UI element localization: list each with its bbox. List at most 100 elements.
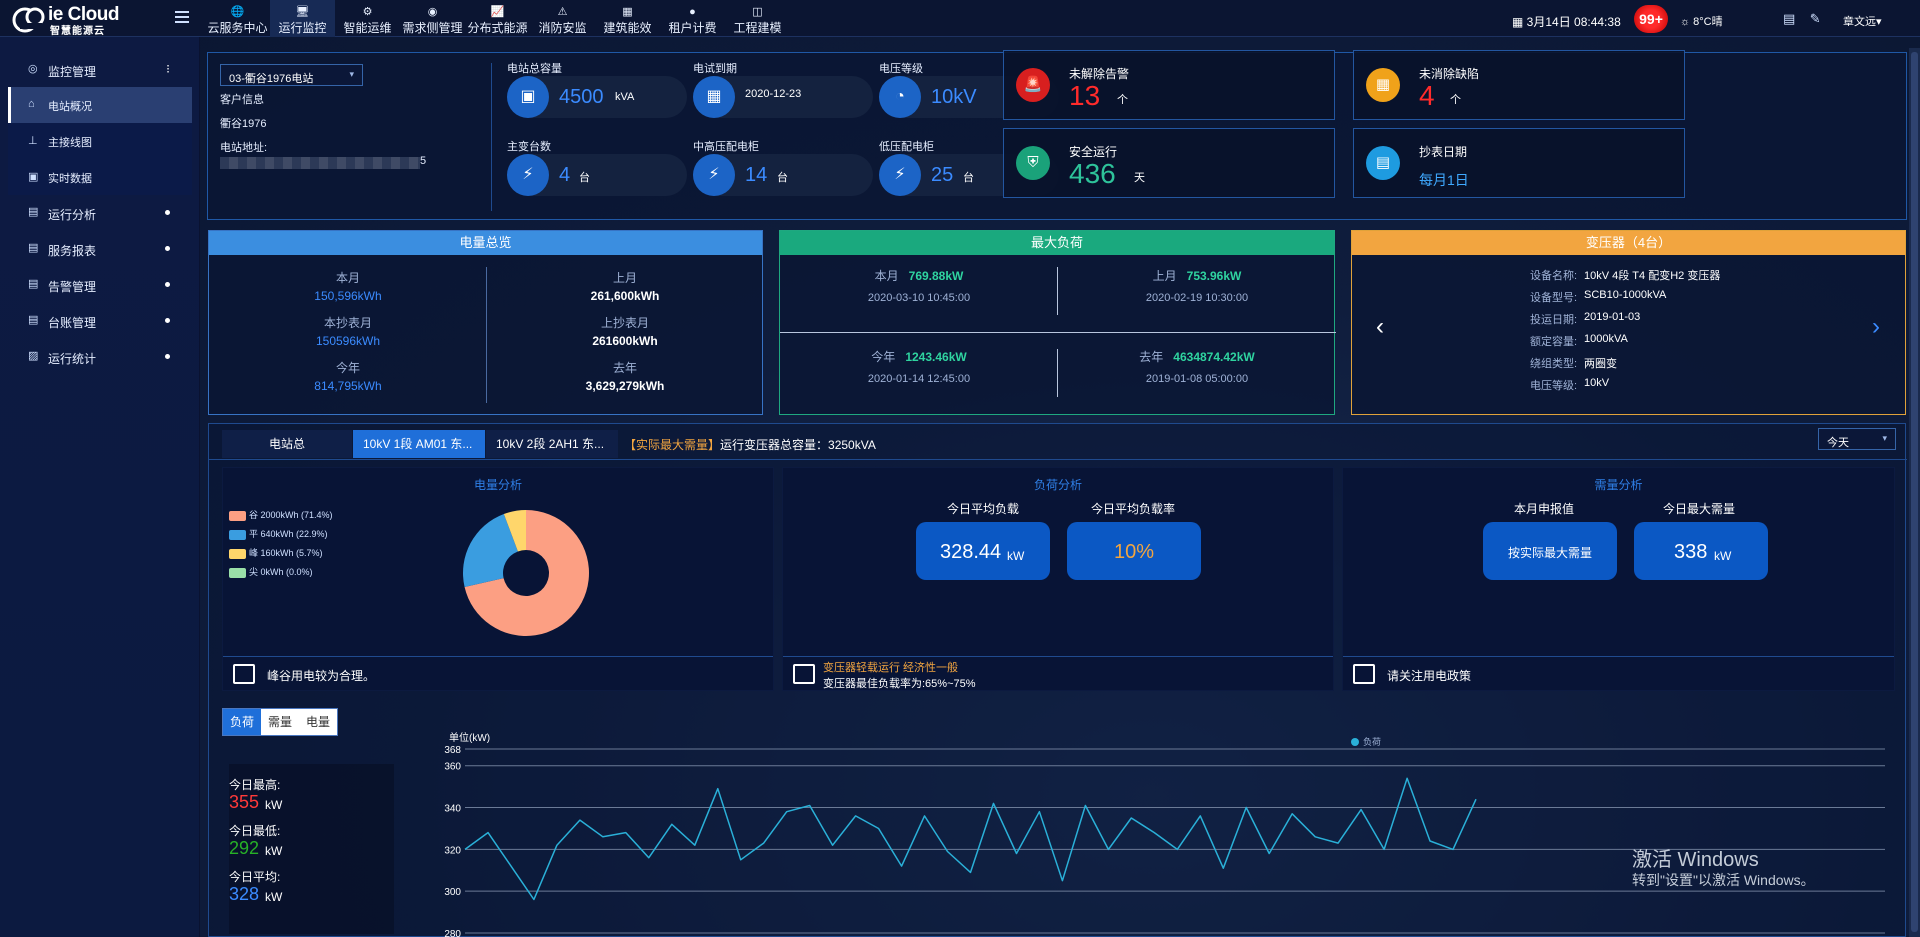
calendar-icon: ▦ [693, 76, 735, 118]
presentation-icon [1353, 664, 1375, 684]
metric-button-0[interactable]: 负荷 [223, 709, 262, 735]
sidebar-item-2[interactable]: ▣ 实时数据 [8, 159, 192, 195]
expand-dot-icon [165, 246, 170, 251]
weather: ☼ 8°C晴 [1680, 16, 1723, 28]
prev-arrow-icon[interactable]: ‹ [1376, 313, 1384, 341]
avg-rate-box: 10% [1067, 522, 1201, 580]
period-select[interactable]: 今天 ▾ [1818, 428, 1896, 450]
shield-icon: ⛨ [1016, 146, 1050, 180]
expand-dot-icon [165, 354, 170, 359]
sidebar-group-label: 运行分析 [48, 208, 97, 222]
sidebar-group-0[interactable]: ◎ 监控管理 ⁝ [8, 52, 192, 88]
nav-item-0[interactable]: 🌐 云服务中心 [205, 0, 270, 37]
divider [486, 267, 487, 403]
min-unit: kW [265, 844, 283, 858]
maxload-value: 753.96kW [1186, 269, 1242, 283]
sidebar-group-3[interactable]: ▤ 告警管理 [8, 267, 192, 303]
data-icon: ▣ [28, 171, 39, 183]
defect-icon: ▦ [1366, 68, 1400, 102]
load-series-line[interactable] [464, 777, 1477, 901]
stat-value: 4 [559, 164, 571, 186]
presentation-icon [233, 664, 255, 684]
legend-label: 谷 2000kWh (71.4%) [249, 510, 333, 520]
y-tick-label: 280 [444, 929, 461, 937]
station-select[interactable]: 03-衢谷1976电站 ▾ [220, 64, 363, 86]
nav-item-4[interactable]: 📈 分布式能源 [465, 0, 530, 37]
maxload-value: 1243.46kW [905, 350, 967, 364]
stat-value: 2020-12-23 [745, 88, 802, 100]
nav-item-3[interactable]: ◉ 需求侧管理 [400, 0, 465, 37]
transformer-title: 变压器（4台） [1352, 231, 1905, 255]
divider [1057, 267, 1058, 315]
legend-swatch [229, 529, 246, 540]
watermark-title: 激活 Windows [1632, 849, 1759, 871]
nav-item-6[interactable]: ▦ 建筑能效 [595, 0, 660, 37]
energy-note: 峰谷用电较为合理。 [223, 656, 773, 690]
stat-unit: 台 [579, 172, 590, 184]
model-icon: ◫ [752, 6, 763, 18]
alarm-card-3[interactable]: ▤ 抄表日期 每月1日 [1353, 128, 1685, 198]
max-load-title: 最大负荷 [780, 231, 1334, 255]
logo[interactable]: ie Cloud 智慧能源云 [12, 4, 130, 37]
document-icon[interactable]: ▤ [1783, 11, 1795, 26]
energy-analysis-panel: 电量分析 谷 2000kWh (71.4%) 平 640kWh (22.9%) 峰 … [222, 467, 774, 691]
maxload-label: 上月 [1152, 269, 1177, 283]
legend-item[interactable]: 峰 160kWh (5.7%) [229, 546, 323, 559]
transformer-value: SCB10-1000kVA [1584, 289, 1667, 301]
alert-badge[interactable]: 99+ [1634, 5, 1668, 33]
menu-toggle-icon[interactable] [175, 11, 189, 23]
sidebar-group-5[interactable]: ▨ 运行统计 [8, 339, 192, 375]
nav-item-5[interactable]: ⚠ 消防安监 [530, 0, 595, 37]
user-menu[interactable]: 章文远▾ [1843, 13, 1882, 29]
stat-value: 10kV [931, 86, 977, 108]
sidebar-item-0[interactable]: ⌂ 电站概况 [8, 87, 192, 123]
expand-dot-icon [165, 318, 170, 323]
nav-item-2[interactable]: ⚙ 智能运维 [335, 0, 400, 37]
datetime: ▦ 3月14日 08:44:38 [1512, 15, 1621, 29]
legend-item[interactable]: 平 640kWh (22.9%) [229, 527, 328, 540]
sidebar-group-1[interactable]: ▤ 运行分析 [8, 195, 192, 231]
load-analysis-panel: 负荷分析 今日平均负载 今日平均负载率 328.44 kW 10% 变压器轻载运… [782, 467, 1334, 691]
nav-item-7[interactable]: ● 租户计费 [660, 0, 725, 37]
nav-item-1[interactable]: 🖥 运行监控 [270, 0, 335, 37]
transformer-value: 2019-01-03 [1584, 311, 1641, 323]
transformer-icon: ⚡ [507, 154, 549, 196]
max-load-card: 最大负荷 本月 769.88kW 2020-03-10 10:45:00 上月 753.… [779, 230, 1336, 415]
y-tick-label: 368 [444, 745, 461, 756]
metric-button-1[interactable]: 需量 [261, 709, 300, 735]
stat-label: 电压等级 [879, 63, 923, 75]
legend-label: 峰 160kWh (5.7%) [249, 548, 323, 558]
transformer-key: 绕组类型: [1530, 358, 1578, 370]
avg-rate-label: 今日平均负载率 [1091, 502, 1176, 516]
alarm-card-0[interactable]: 🚨 未解除告警 13 个 [1003, 50, 1335, 120]
scrollbar[interactable] [1909, 48, 1920, 937]
tab-2[interactable]: 10kV 2段 2AH1 东... [486, 430, 618, 458]
alarm-card-1[interactable]: ▦ 未消除缺陷 4 个 [1353, 50, 1685, 120]
demand-icon: ◉ [427, 6, 438, 18]
sidebar-group-label: 运行统计 [48, 352, 97, 366]
sidebar-group-4[interactable]: ▤ 台账管理 [8, 303, 192, 339]
alarm-card-2[interactable]: ⛨ 安全运行 436 天 [1003, 128, 1335, 198]
avg-load-box: 328.44 kW [916, 522, 1050, 580]
stat-label: 电站总容量 [507, 63, 562, 75]
demand-analysis-title: 需量分析 [1594, 478, 1643, 492]
next-arrow-icon[interactable]: › [1872, 313, 1880, 341]
avg-load-label: 今日平均负载 [947, 502, 1020, 516]
demand-note: 请关注用电政策 [1343, 656, 1894, 690]
tab-0[interactable]: 电站总 [222, 430, 352, 458]
sidebar-item-1[interactable]: ⊥ 主接线图 [8, 123, 192, 159]
maxload-time: 2020-02-19 10:30:00 [1145, 292, 1249, 304]
brush-icon[interactable]: ✎ [1810, 11, 1821, 26]
metric-button-2[interactable]: 电量 [299, 709, 338, 735]
transformer-value: 10kV [1584, 377, 1610, 389]
wiring-icon: ⊥ [28, 135, 38, 147]
sidebar-group-2[interactable]: ▤ 服务报表 [8, 231, 192, 267]
metric-toggle: 负荷 需量 电量 [222, 708, 339, 736]
tab-1[interactable]: 10kV 1段 AM01 东... [353, 430, 485, 458]
legend-item[interactable]: 谷 2000kWh (71.4%) [229, 508, 333, 521]
maxload-label: 去年 [1139, 350, 1164, 364]
legend-item[interactable]: 尖 0kWh (0.0%) [229, 565, 313, 578]
nav-item-8[interactable]: ◫ 工程建模 [725, 0, 790, 37]
capacity-icon: ▣ [507, 76, 549, 118]
nav-label: 建筑能效 [603, 21, 652, 35]
